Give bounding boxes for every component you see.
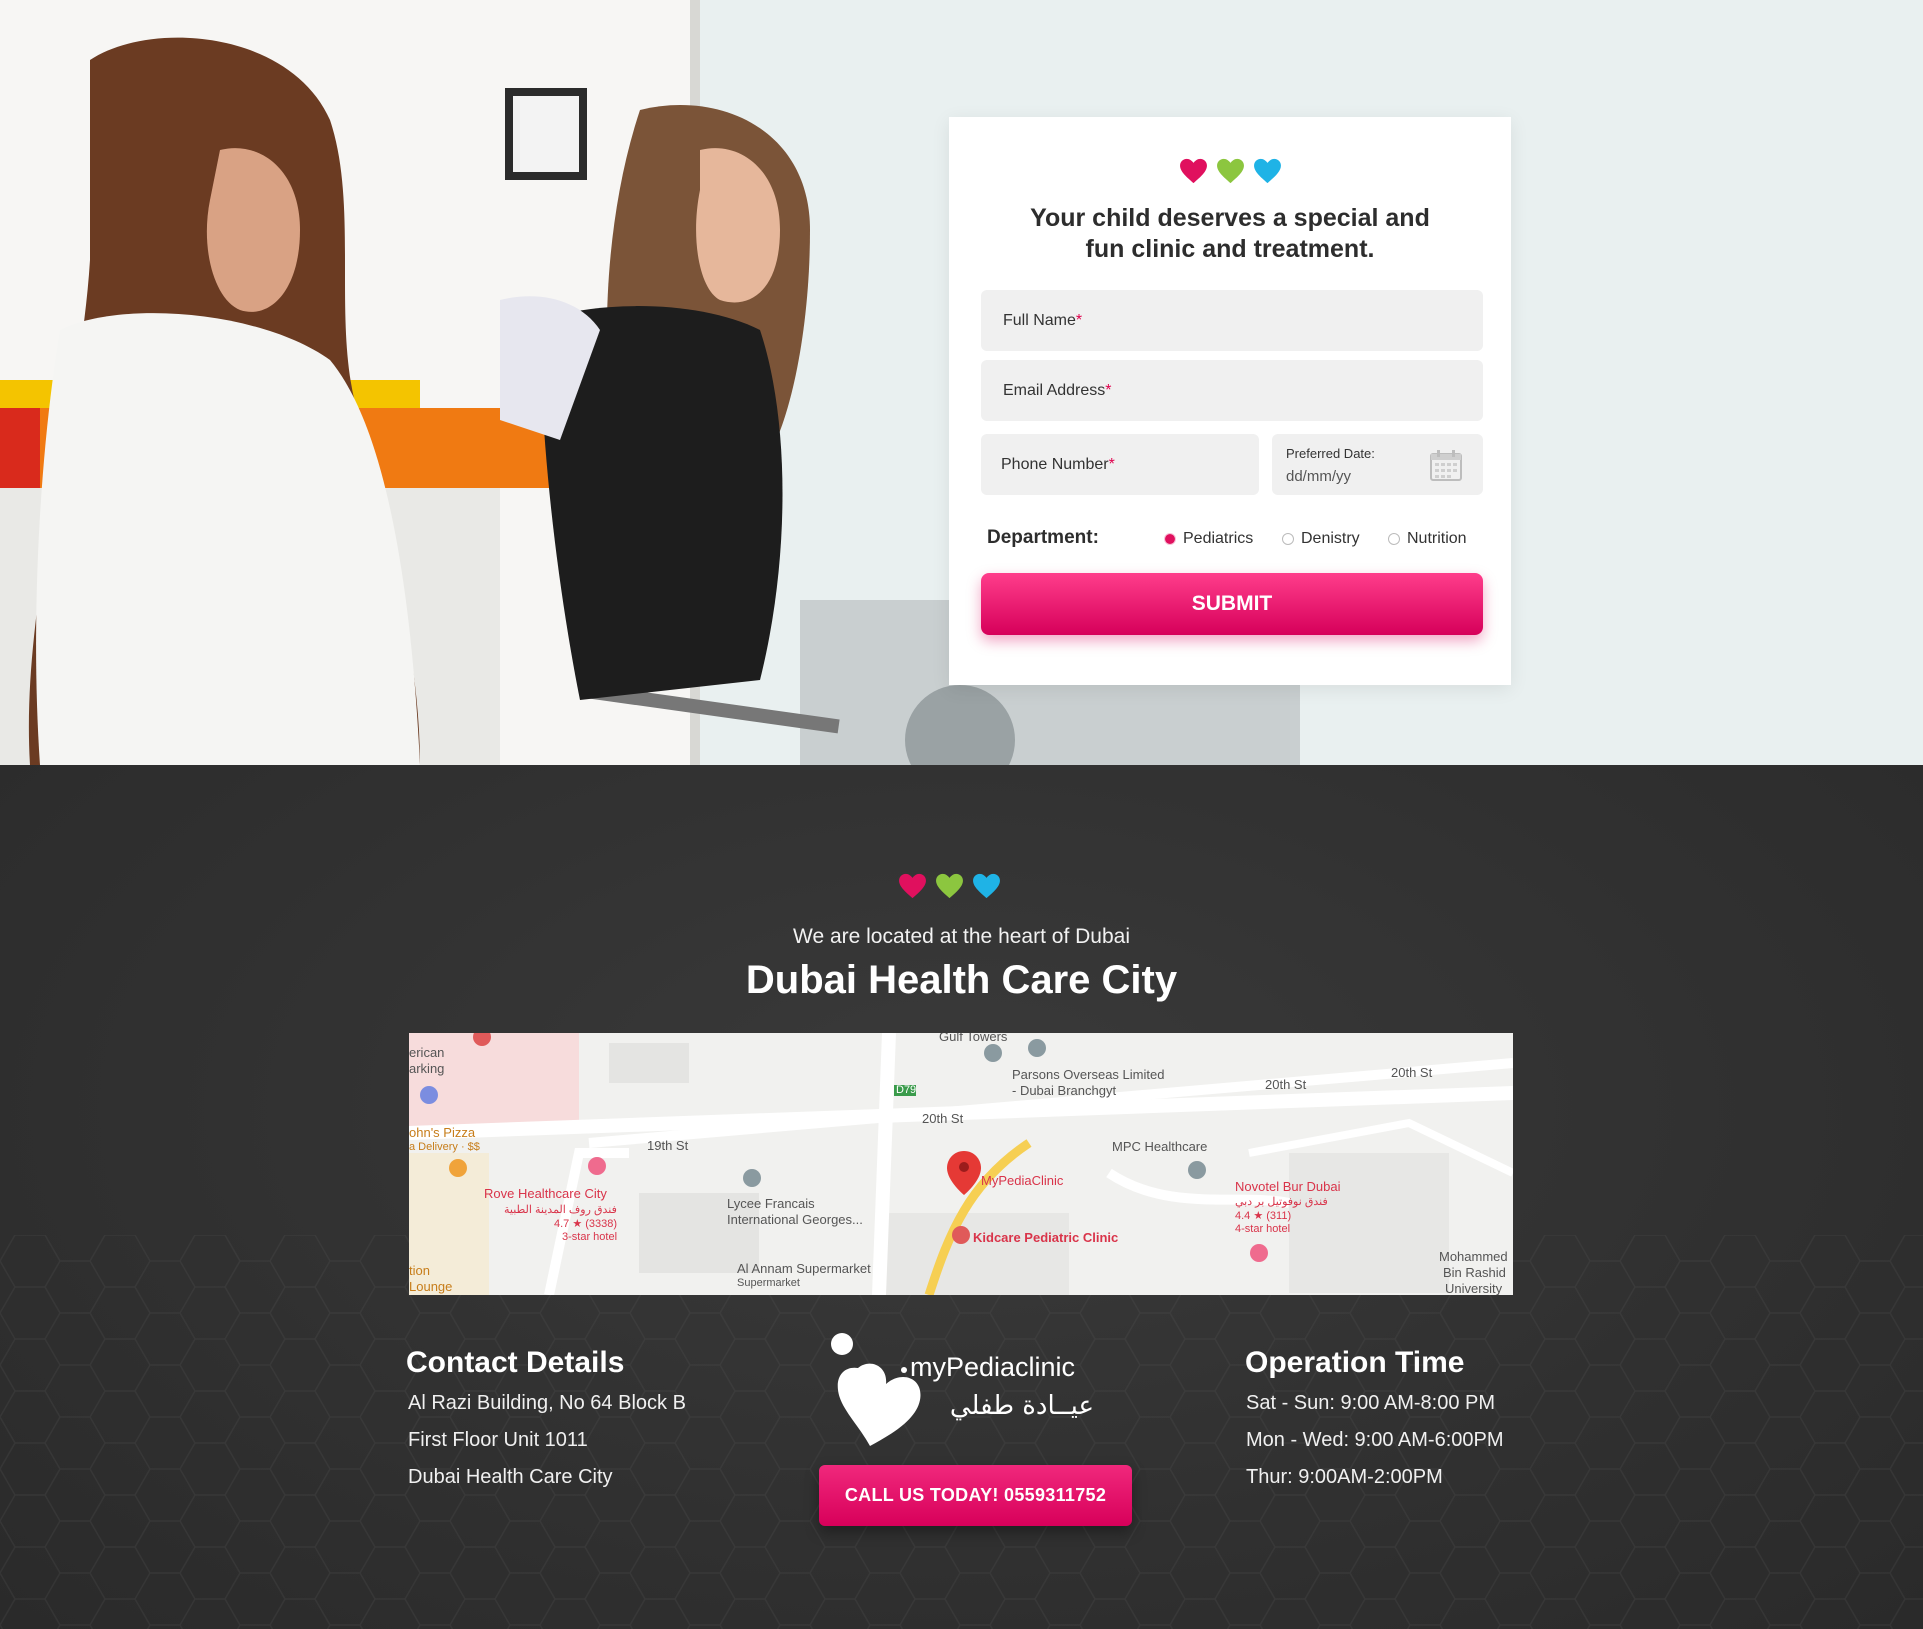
required-mark: * [1105, 381, 1112, 399]
form-title-line1: Your child deserves a special and [1030, 204, 1430, 232]
heart-icon-green [936, 873, 963, 899]
date-label: Preferred Date: [1286, 446, 1375, 461]
date-placeholder: dd/mm/yy [1286, 468, 1352, 485]
map-label: tion [409, 1263, 430, 1278]
radio-label: Nutrition [1407, 530, 1467, 547]
logo-arabic: عيــادة طفلي [950, 1391, 1094, 1421]
email-field[interactable]: Email Address* [981, 360, 1483, 421]
hours-title: Operation Time [1245, 1346, 1465, 1379]
map-label: 19th St [647, 1138, 689, 1153]
map-label: Novotel Bur Dubai [1235, 1179, 1341, 1194]
map-label: Rove Healthcare City [484, 1186, 607, 1201]
required-mark: * [1108, 455, 1115, 473]
map-label: Bin Rashid [1443, 1265, 1506, 1280]
required-mark: * [1075, 311, 1083, 329]
form-title: Your child deserves a special and fun cl… [949, 203, 1511, 265]
heart-icon-pink [899, 873, 926, 899]
clinic-logo: myPediaclinic عيــادة طفلي [831, 1333, 1094, 1446]
map-label: ohn's Pizza [409, 1125, 476, 1140]
radio-dot[interactable] [1282, 533, 1294, 545]
heart-icon-green [1217, 158, 1244, 184]
heart-icon-pink [1180, 158, 1207, 184]
map-label: 4-star hotel [1235, 1223, 1291, 1235]
map-roads [409, 1033, 1513, 1295]
radio-label: Pediatrics [1183, 530, 1254, 547]
radio-label: Denistry [1301, 530, 1360, 547]
map-label: Mohammed [1439, 1249, 1508, 1264]
hours-line: Thur: 9:00AM-2:00PM [1246, 1466, 1443, 1488]
contact-line: First Floor Unit 1011 [408, 1429, 588, 1451]
full-name-field[interactable]: Full Name* [981, 290, 1483, 351]
map-label: فندق نوفوتيل بر دبي [1235, 1196, 1328, 1208]
map-label: erican [409, 1045, 445, 1060]
map-label: MPC Healthcare [1112, 1139, 1208, 1154]
form-title-line2: fun clinic and treatment. [1085, 235, 1375, 263]
map-label: فندق روف المدينة الطبية [504, 1204, 617, 1216]
heart-icon-blue [1254, 158, 1281, 184]
contact-line: Al Razi Building, No 64 Block B [408, 1392, 686, 1414]
email-label: Email Address [1003, 381, 1106, 399]
department-label: Department: [987, 527, 1099, 548]
map-label: Kidcare Pediatric Clinic [973, 1230, 1119, 1245]
map-label: University [1445, 1281, 1503, 1295]
location-title: Dubai Health Care City [745, 958, 1178, 1002]
map-label: Al Annam Supermarket [737, 1261, 871, 1276]
map-label: 4.7 ★ (3338) [554, 1218, 618, 1230]
calendar-icon[interactable] [1429, 448, 1463, 482]
hours-line: Mon - Wed: 9:00 AM-6:00PM [1246, 1429, 1504, 1451]
radio-dot-selected[interactable] [1164, 533, 1176, 545]
preferred-date-field[interactable]: Preferred Date: dd/mm/yy [1272, 434, 1483, 495]
submit-button[interactable]: SUBMIT [981, 573, 1483, 635]
map-label: - Dubai Branchgyt [1012, 1083, 1117, 1098]
map-label: 20th St [922, 1111, 964, 1126]
phone-field[interactable]: Phone Number* [981, 434, 1259, 495]
map-label: Lycee Francais [727, 1196, 815, 1211]
phone-label: Phone Number [1001, 455, 1109, 473]
map-label: Supermarket [737, 1277, 800, 1289]
map-label: 4.4 ★ (311) [1235, 1210, 1292, 1222]
map-label: Parsons Overseas Limited [1012, 1067, 1165, 1082]
map-label: a Delivery · $$ [409, 1141, 480, 1153]
full-name-label: Full Name [1003, 311, 1076, 329]
map-label: 20th St [1391, 1065, 1433, 1080]
radio-dot[interactable] [1388, 533, 1400, 545]
hours-line: Sat - Sun: 9:00 AM-8:00 PM [1246, 1392, 1496, 1414]
map-label: MyPediaClinic [981, 1173, 1064, 1188]
map-label: arking [409, 1061, 445, 1076]
radio-nutrition[interactable]: Nutrition [1388, 530, 1467, 548]
hearts-logo [898, 873, 1001, 899]
hero-section: Your child deserves a special and fun cl… [0, 0, 1923, 765]
call-us-button[interactable]: CALL US TODAY! 0559311752 [819, 1465, 1132, 1526]
contact-line: Dubai Health Care City [408, 1466, 613, 1488]
hearts-logo [1179, 158, 1282, 184]
radio-pediatrics[interactable]: Pediatrics [1164, 530, 1253, 548]
map-label: Lounge [409, 1279, 453, 1294]
map-label: International Georges... [727, 1212, 863, 1227]
map-label: 3-star hotel [562, 1231, 618, 1243]
radio-dentistry[interactable]: Denistry [1282, 530, 1360, 548]
heart-icon-blue [973, 873, 1000, 899]
location-map[interactable]: Gulf Towers Parsons Overseas Limited - D… [409, 1033, 1513, 1295]
appointment-form: Your child deserves a special and fun cl… [949, 117, 1511, 685]
logo-wordmark: myPediaclinic [910, 1352, 1075, 1382]
map-label: D79 [896, 1084, 917, 1096]
map-label: Gulf Towers [939, 1033, 1008, 1044]
location-subtitle: We are located at the heart of Dubai [793, 925, 1130, 948]
contact-title: Contact Details [406, 1346, 625, 1379]
map-label: 20th St [1265, 1077, 1307, 1092]
